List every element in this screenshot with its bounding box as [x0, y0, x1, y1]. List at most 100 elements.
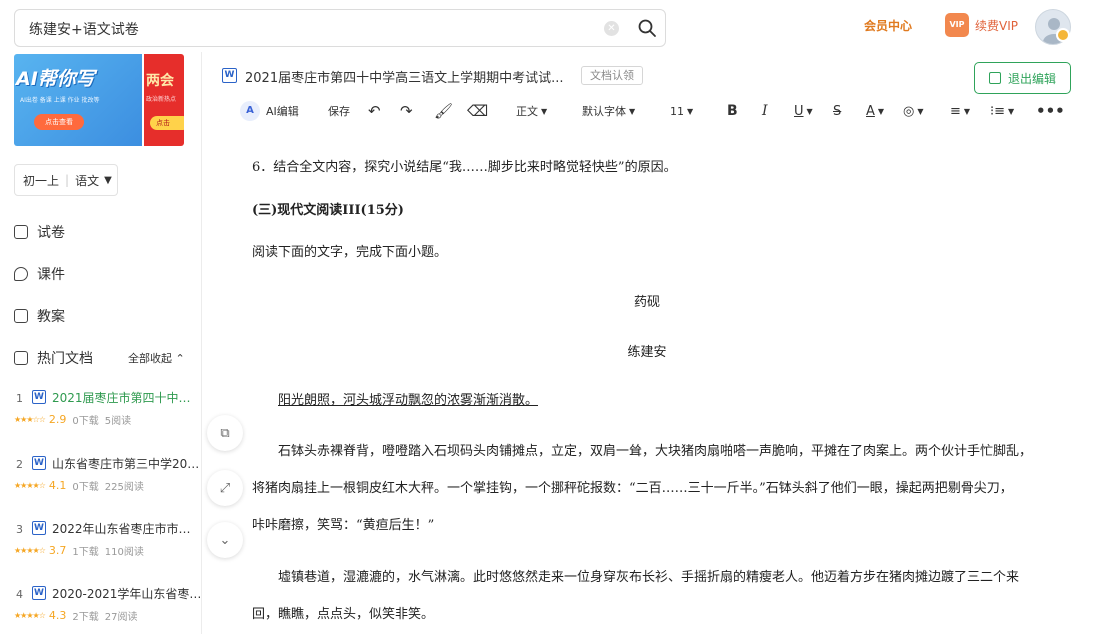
font-color-icon: A: [866, 103, 875, 119]
doc-title[interactable]: 山东省枣庄市第三中学2021届: [52, 455, 202, 472]
top-bar: ✕ 会员中心 VIP 续费VIP: [0, 0, 1100, 52]
font-size-select[interactable]: 11 ▼: [670, 101, 693, 121]
strikethrough-button[interactable]: S: [833, 101, 841, 121]
sidebar-item-label: 试卷: [37, 225, 65, 241]
paragraph-3-line-1: 墟镇巷道，湿漉漉的，水气淋漓。此时悠悠然走来一位身穿灰布长衫、手摇折扇的精瘦老人…: [278, 570, 1020, 585]
doc-meta: ★★★★☆ 3.7 1下载 110阅读: [14, 543, 150, 558]
save-button[interactable]: 保存: [328, 101, 350, 121]
banner-main: AI帮你写 AI出卷 备课 上课 作业 批改等 点击查看: [14, 54, 142, 146]
exit-edit-label: 退出编辑: [1007, 71, 1056, 86]
paragraph-2-line-2: 将猪肉扇挂上一根铜皮红木大秤。一个掌挂钩，一个挪秤砣报数：“二百……三十一斤半。…: [252, 481, 1013, 496]
scroll-down-button[interactable]: ⌄: [207, 522, 243, 558]
rating-stars-icon: ★★★★☆: [14, 546, 46, 555]
font-color-button[interactable]: A ▼: [866, 101, 884, 121]
copy-button[interactable]: ⧉: [207, 415, 243, 451]
word-doc-icon: W: [32, 390, 46, 404]
doc-downloads: 0下载: [72, 416, 99, 427]
story-author: 练建安: [627, 345, 667, 360]
doc-index: 2: [16, 458, 23, 471]
doc-reads: 5阅读: [104, 416, 132, 427]
doc-title[interactable]: 2021届枣庄市第四十中学高三语文: [52, 389, 202, 406]
copy-icon: ⧉: [220, 425, 230, 441]
word-doc-icon: W: [32, 521, 46, 535]
format-painter-icon: 🖌: [434, 102, 454, 120]
sidebar-item-hot-docs[interactable]: 热门文档: [14, 348, 93, 368]
doc-meta: ★★★★☆ 4.3 2下载 27阅读: [14, 608, 143, 623]
italic-button[interactable]: I: [762, 101, 768, 121]
format-painter-button[interactable]: 🖌: [434, 101, 453, 121]
redo-icon: ↷: [400, 102, 413, 120]
underline-button[interactable]: U ▼: [794, 101, 813, 121]
doc-downloads: 1下载: [72, 547, 99, 558]
search-icon[interactable]: [637, 18, 657, 38]
sidebar-item-label: 课件: [37, 267, 65, 283]
exit-edit-button[interactable]: 退出编辑: [974, 62, 1071, 94]
search-box[interactable]: ✕: [14, 9, 666, 47]
member-center-link[interactable]: 会员中心: [864, 17, 912, 34]
collapse-all-label: 全部收起: [128, 352, 172, 365]
claim-document-badge[interactable]: 文档认领: [581, 66, 643, 85]
undo-button[interactable]: ↶: [368, 101, 381, 121]
caret-down-icon: ▼: [917, 106, 924, 116]
collapse-all-button[interactable]: 全部收起 ⌃: [128, 350, 185, 366]
renew-vip-button[interactable]: VIP 续费VIP: [945, 13, 1018, 37]
fullscreen-button[interactable]: ⤢: [207, 470, 243, 506]
banner-side[interactable]: 两会 政治新热点 点击: [144, 54, 184, 146]
paragraph-style-select[interactable]: 正文 ▼: [516, 101, 547, 121]
vip-gift-icon: VIP: [945, 13, 969, 37]
sidebar-item-lesson-plans[interactable]: 教案: [14, 306, 65, 326]
clear-icon[interactable]: ✕: [604, 21, 619, 36]
paragraph-1: 阳光朗照，河头城浮动飘忽的浓雾渐渐消散。: [278, 393, 539, 408]
sidebar-item-courseware[interactable]: 课件: [14, 264, 65, 284]
chevron-up-icon: ⌃: [175, 352, 185, 365]
courseware-icon: [14, 267, 28, 281]
banner-side-button[interactable]: 点击: [150, 116, 184, 130]
sidebar-item-papers[interactable]: 试卷: [14, 222, 65, 242]
bold-icon: B: [727, 103, 738, 119]
ai-promo-banner[interactable]: AI帮你写 AI出卷 备课 上课 作业 批改等 点击查看 两会 政治新热点 点击: [14, 54, 184, 146]
banner-cta-button[interactable]: 点击查看: [34, 114, 84, 130]
exit-icon: [988, 72, 1001, 84]
ai-edit-button[interactable]: A AI编辑: [240, 101, 299, 121]
caret-down-icon: ▼: [1008, 106, 1015, 116]
doc-downloads: 0下载: [72, 482, 99, 493]
align-button[interactable]: ≡ ▼: [950, 101, 970, 121]
doc-meta: ★★★★☆ 4.1 0下载 225阅读: [14, 478, 150, 493]
caret-down-icon: ▼: [806, 106, 813, 116]
doc-downloads: 2下载: [72, 612, 99, 623]
expand-icon: ⤢: [219, 480, 231, 496]
redo-button[interactable]: ↷: [400, 101, 413, 121]
search-input[interactable]: [29, 19, 589, 39]
document-title: 2021届枣庄市第四十中学高三语文上学期期中考试试...: [245, 71, 564, 86]
subject-value: 语文: [75, 173, 100, 188]
doc-rating: 4.3: [48, 609, 67, 622]
caret-down-icon: ▼: [687, 106, 694, 116]
hot-docs-icon: [14, 351, 28, 365]
highlight-button[interactable]: ◎ ▼: [903, 101, 924, 121]
sidebar-item-label: 热门文档: [37, 351, 93, 367]
ai-logo-icon: A: [240, 101, 260, 121]
doc-rating: 2.9: [48, 413, 67, 426]
line-spacing-button[interactable]: ⁝≡ ▼: [990, 101, 1014, 121]
bold-button[interactable]: B: [727, 101, 738, 121]
font-family-select[interactable]: 默认字体 ▼: [582, 101, 635, 121]
caret-down-icon: ▼: [541, 106, 548, 116]
sidebar: AI帮你写 AI出卷 备课 上课 作业 批改等 点击查看 两会 政治新热点 点击…: [0, 52, 202, 634]
font-size-value: 11: [670, 104, 684, 118]
clear-format-button[interactable]: ⌫: [467, 101, 488, 121]
doc-title[interactable]: 2022年山东省枣庄市市中区: [52, 520, 202, 537]
caret-down-icon: ▼: [629, 106, 636, 116]
word-doc-icon: W: [222, 68, 237, 83]
more-button[interactable]: •••: [1036, 101, 1065, 121]
doc-title[interactable]: 2020-2021学年山东省枣庄市: [52, 585, 202, 602]
word-doc-icon: W: [32, 456, 46, 470]
doc-reads: 110阅读: [104, 547, 144, 558]
doc-reads: 225阅读: [104, 482, 144, 493]
vip-badge-icon: [1056, 28, 1070, 42]
doc-index: 1: [16, 392, 23, 405]
line-spacing-icon: ⁝≡: [990, 103, 1006, 119]
paragraph-2-line-3: 咔咔磨擦，笑骂：“黄疸后生！”: [252, 518, 435, 533]
doc-meta: ★★★☆☆ 2.9 0下载 5阅读: [14, 412, 137, 427]
doc-index: 3: [16, 523, 23, 536]
grade-subject-select[interactable]: 初一上 | 语文 ▼: [14, 164, 118, 196]
